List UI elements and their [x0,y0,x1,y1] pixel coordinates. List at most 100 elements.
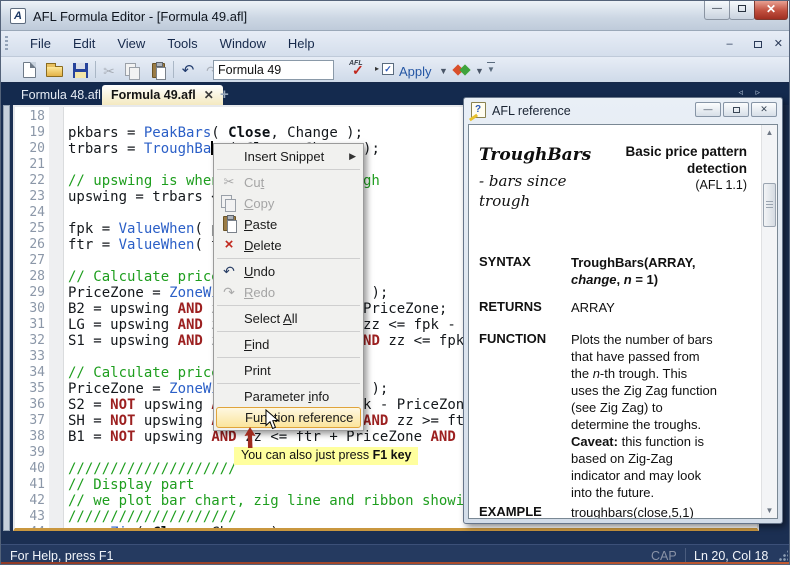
menu-edit[interactable]: Edit [62,31,106,56]
insert-indicator-button[interactable] [453,63,471,78]
context-menu-item-insert-snippet[interactable]: Insert Snippet▶ [214,146,363,167]
copy-pages-icon [219,193,239,214]
mdi-close-button[interactable]: ✕ [774,38,783,50]
menu-view[interactable]: View [106,31,156,56]
copy-button[interactable] [123,61,143,81]
mdi-restore-icon [754,41,762,48]
ref-value-example: troughbars(close,5,1) [571,504,755,519]
line-number: 32 [15,333,45,349]
function-category: Basic price patterndetection(AFL 1.1) [625,143,747,194]
mdi-window-controls: – ✕ [718,37,783,50]
new-document-icon [23,62,36,78]
context-menu-item-parameter-info[interactable]: Parameter info [214,386,363,407]
reference-maximize-icon [733,107,740,113]
save-button[interactable] [70,61,90,81]
window-title: AFL Formula Editor - [Formula 49.afl] [33,9,247,24]
context-menu-item-redo[interactable]: ↷Redo [214,282,363,303]
apply-icon: ▸✓ [375,63,395,77]
f1-tooltip: You can also just press F1 key [234,447,418,465]
tab-formula-48-afl[interactable]: Formula 48.afl [11,85,111,105]
context-menu-item-find[interactable]: Find [214,334,363,355]
menu-item-label: Select All [244,311,297,326]
formula-name-input[interactable] [213,60,334,80]
clipboard-paste-icon [219,214,239,235]
line-number: 40 [15,461,45,477]
mdi-minimize-button[interactable]: – [727,38,733,50]
tab-label: Formula 49.afl [111,88,196,102]
cursor-position: Ln 20, Col 18 [694,549,768,563]
menu-item-label: Cut [244,175,264,190]
menu-separator [217,357,360,358]
close-button[interactable]: ✕ [754,1,788,20]
context-menu-item-function-reference[interactable]: Function reference [216,407,361,428]
tab-close-icon[interactable]: ✕ [204,88,214,102]
reference-title: AFL reference [492,104,571,118]
maximize-button[interactable] [729,1,755,20]
toolbar-overflow-icon[interactable]: ▼ [487,62,495,75]
undo-icon: ↶ [182,62,195,79]
apply-dropdown-icon[interactable]: ▼ [439,66,448,76]
context-menu-item-print[interactable]: Print [214,360,363,381]
line-number: 44 [15,525,45,531]
menu-item-label: Redo [244,285,275,300]
menu-item-label: Function reference [245,410,353,425]
menu-help[interactable]: Help [277,31,326,56]
insert-dropdown-icon[interactable]: ▼ [475,66,484,76]
line-number: 39 [15,445,45,461]
context-menu-item-copy[interactable]: Copy [214,193,363,214]
diamond-green-icon [459,64,470,75]
menu-item-label: Copy [244,196,274,211]
line-number: 34 [15,365,45,381]
scroll-up-icon[interactable]: ▲ [762,125,777,140]
menu-item-label: Print [244,363,271,378]
code-line-44[interactable]: 44zz = Zig( Close, Change ); [15,525,757,531]
context-menu-item-select-all[interactable]: Select All [214,308,363,329]
copy-icon [125,63,141,79]
apply-button[interactable]: Apply [399,64,432,79]
toolbar-separator [95,61,96,78]
context-menu-item-paste[interactable]: Paste [214,214,363,235]
context-menu-item-undo[interactable]: ↶Undo [214,261,363,282]
context-menu-item-cut[interactable]: ✂Cut [214,172,363,193]
undo-button[interactable]: ↶ [178,61,198,81]
reference-minimize-button[interactable]: — [695,102,721,117]
annotation-arrow-icon [243,425,257,449]
line-number: 19 [15,125,45,141]
ref-value-syntax: TroughBars(ARRAY,change, n = 1) [571,254,755,288]
reference-scrollbar[interactable]: ▲ ▼ [761,125,777,518]
line-number: 30 [15,301,45,317]
menubar-grip[interactable] [5,36,8,52]
line-number: 43 [15,509,45,525]
reference-maximize-button[interactable] [723,102,749,117]
menu-tools[interactable]: Tools [156,31,208,56]
delete-x-icon: × [219,235,239,256]
left-splitter[interactable] [3,105,10,531]
cut-button[interactable]: ✂ [99,61,119,81]
menu-item-label: Delete [244,238,282,253]
menu-file[interactable]: File [19,31,62,56]
paste-icon [152,63,165,78]
new-tab-icon[interactable]: + [220,86,229,103]
minimize-button[interactable]: — [704,1,730,20]
context-menu-item-delete[interactable]: × Delete [214,235,363,256]
reference-close-button[interactable]: ✕ [751,102,777,117]
menu-window[interactable]: Window [209,31,277,56]
new-button[interactable] [19,61,39,81]
paste-button[interactable] [148,61,168,81]
afl-reference-window[interactable]: AFL reference —✕ TroughBars - bars since… [463,97,783,524]
ref-label-function: FUNCTION [479,331,569,346]
toolbar-separator [173,61,174,78]
tab-label: Formula 48.afl [21,88,101,102]
scrollbar-thumb[interactable] [763,183,776,227]
open-button[interactable] [44,61,64,81]
tab-formula-49-afl[interactable]: Formula 49.afl ✕ [102,85,223,105]
line-number: 29 [15,285,45,301]
line-number: 36 [15,397,45,413]
caps-lock-indicator: CAP [651,549,677,563]
line-number: 26 [15,237,45,253]
mdi-restore-button[interactable] [745,38,762,50]
title-bar[interactable]: A AFL Formula Editor - [Formula 49.afl] … [1,1,790,31]
syntax-check-button[interactable]: AFL✓ [349,60,371,80]
line-number: 33 [15,349,45,365]
scroll-down-icon[interactable]: ▼ [762,503,777,518]
